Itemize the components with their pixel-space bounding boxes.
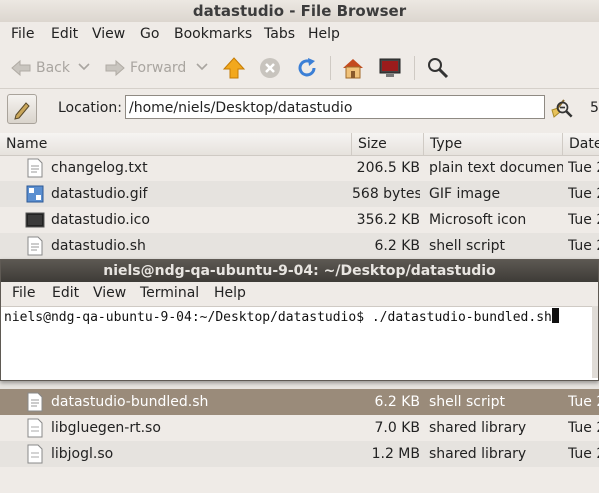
file-size: 6.2 KB	[374, 238, 421, 254]
menu-bookmarks[interactable]: Bookmarks	[174, 26, 252, 42]
script-file-icon	[27, 392, 43, 412]
terminal-window: niels@ndg-qa-ubuntu-9-04: ~/Desktop/data…	[0, 259, 599, 381]
library-file-icon	[27, 444, 43, 464]
menu-go[interactable]: Go	[140, 26, 159, 42]
terminal-menu-terminal[interactable]: Terminal	[140, 285, 199, 301]
location-label: Location:	[58, 100, 122, 116]
file-name: datastudio-bundled.sh	[51, 394, 209, 410]
menu-help[interactable]: Help	[308, 26, 340, 42]
list-item[interactable]: datastudio.sh 6.2 KB shell script Tue 2	[0, 233, 599, 259]
window-title: datastudio - File Browser	[0, 0, 599, 22]
location-bar: Location: /home/niels/Desktop/datastudio…	[0, 89, 599, 129]
ico-file-icon	[25, 212, 45, 228]
stop-icon[interactable]	[258, 56, 282, 80]
file-date: Tue 2	[568, 212, 599, 228]
menu-view[interactable]: View	[92, 26, 125, 42]
home-icon[interactable]	[341, 56, 365, 80]
list-item[interactable]: datastudio.gif 568 bytes GIF image Tue 2	[0, 181, 599, 207]
toolbar: Back Forward	[0, 48, 599, 89]
up-arrow-icon[interactable]	[222, 56, 246, 80]
file-type: shared library	[429, 420, 527, 436]
menu-file[interactable]: File	[11, 26, 34, 42]
file-name: libgluegen-rt.so	[51, 420, 161, 436]
terminal-menu-file[interactable]: File	[12, 285, 35, 301]
zoom-level: 5	[590, 100, 599, 116]
column-name[interactable]: Name	[0, 133, 352, 155]
menu-edit[interactable]: Edit	[51, 26, 78, 42]
file-type: GIF image	[429, 186, 501, 202]
back-button[interactable]: Back	[9, 54, 70, 82]
chevron-down-icon[interactable]	[78, 62, 102, 86]
file-size: 6.2 KB	[374, 394, 421, 410]
file-type: shell script	[429, 394, 506, 410]
forward-arrow-icon	[105, 59, 125, 77]
file-name: libjogl.so	[51, 446, 114, 462]
file-size: 7.0 KB	[374, 420, 421, 436]
file-date: Tue 2	[568, 186, 599, 202]
file-type: Microsoft icon	[429, 212, 527, 228]
file-name: datastudio.gif	[51, 186, 148, 202]
image-file-icon	[26, 185, 44, 203]
list-item-partial	[0, 467, 599, 493]
chevron-down-icon[interactable]	[196, 62, 220, 86]
file-name: datastudio.ico	[51, 212, 150, 228]
terminal-menu-edit[interactable]: Edit	[52, 285, 79, 301]
back-label: Back	[36, 60, 70, 76]
file-browser-window: datastudio - File Browser File Edit View…	[0, 0, 599, 474]
file-date: Tue 2	[568, 160, 599, 176]
file-size: 1.2 MB	[371, 446, 420, 462]
file-date: Tue 2	[568, 394, 599, 410]
file-size: 356.2 KB	[356, 212, 420, 228]
file-date: Tue 2	[568, 420, 599, 436]
zoom-icon[interactable]	[555, 100, 575, 120]
terminal-cursor	[551, 308, 559, 323]
location-input[interactable]: /home/niels/Desktop/datastudio	[125, 95, 545, 119]
file-size: 568 bytes	[352, 186, 420, 202]
script-file-icon	[27, 236, 43, 256]
file-date: Tue 2	[568, 446, 599, 462]
list-item[interactable]: libgluegen-rt.so 7.0 KB shared library T…	[0, 415, 599, 441]
list-item-selected[interactable]: datastudio-bundled.sh 6.2 KB shell scrip…	[0, 389, 599, 415]
list-header: Name Size Type Date	[0, 133, 599, 156]
file-type: shared library	[429, 446, 527, 462]
terminal-menubar: File Edit View Terminal Help	[1, 282, 598, 307]
file-type: shell script	[429, 238, 506, 254]
terminal-prompt-line: niels@ndg-qa-ubuntu-9-04:~/Desktop/datas…	[4, 310, 552, 325]
search-icon[interactable]	[426, 56, 450, 80]
file-name: changelog.txt	[51, 160, 148, 176]
reload-icon[interactable]	[295, 56, 319, 80]
terminal-menu-view[interactable]: View	[93, 285, 126, 301]
terminal-output[interactable]: niels@ndg-qa-ubuntu-9-04:~/Desktop/datas…	[4, 308, 596, 378]
list-item[interactable]: datastudio.ico 356.2 KB Microsoft icon T…	[0, 207, 599, 233]
file-name: datastudio.sh	[51, 238, 146, 254]
computer-icon[interactable]	[378, 56, 402, 80]
toolbar-separator	[330, 56, 331, 80]
forward-label: Forward	[130, 60, 187, 76]
pencil-icon	[14, 102, 30, 120]
column-date[interactable]: Date	[563, 133, 599, 155]
terminal-scrollbar[interactable]	[592, 306, 598, 378]
column-size[interactable]: Size	[352, 133, 424, 155]
list-item[interactable]: libjogl.so 1.2 MB shared library Tue 2	[0, 441, 599, 467]
text-file-icon	[27, 158, 43, 178]
list-item[interactable]: changelog.txt 206.5 KB plain text docume…	[0, 155, 599, 181]
file-type: plain text document	[429, 160, 563, 176]
toggle-location-button[interactable]	[7, 94, 37, 124]
file-size: 206.5 KB	[356, 160, 420, 176]
file-date: Tue 2	[568, 238, 599, 254]
terminal-title: niels@ndg-qa-ubuntu-9-04: ~/Desktop/data…	[1, 260, 598, 282]
forward-button[interactable]: Forward	[103, 54, 186, 82]
library-file-icon	[27, 418, 43, 438]
menu-tabs[interactable]: Tabs	[264, 26, 295, 42]
menubar: File Edit View Go Bookmarks Tabs Help	[0, 23, 599, 47]
terminal-menu-help[interactable]: Help	[214, 285, 246, 301]
toolbar-separator	[414, 56, 415, 80]
column-type[interactable]: Type	[424, 133, 563, 155]
back-arrow-icon	[11, 59, 31, 77]
